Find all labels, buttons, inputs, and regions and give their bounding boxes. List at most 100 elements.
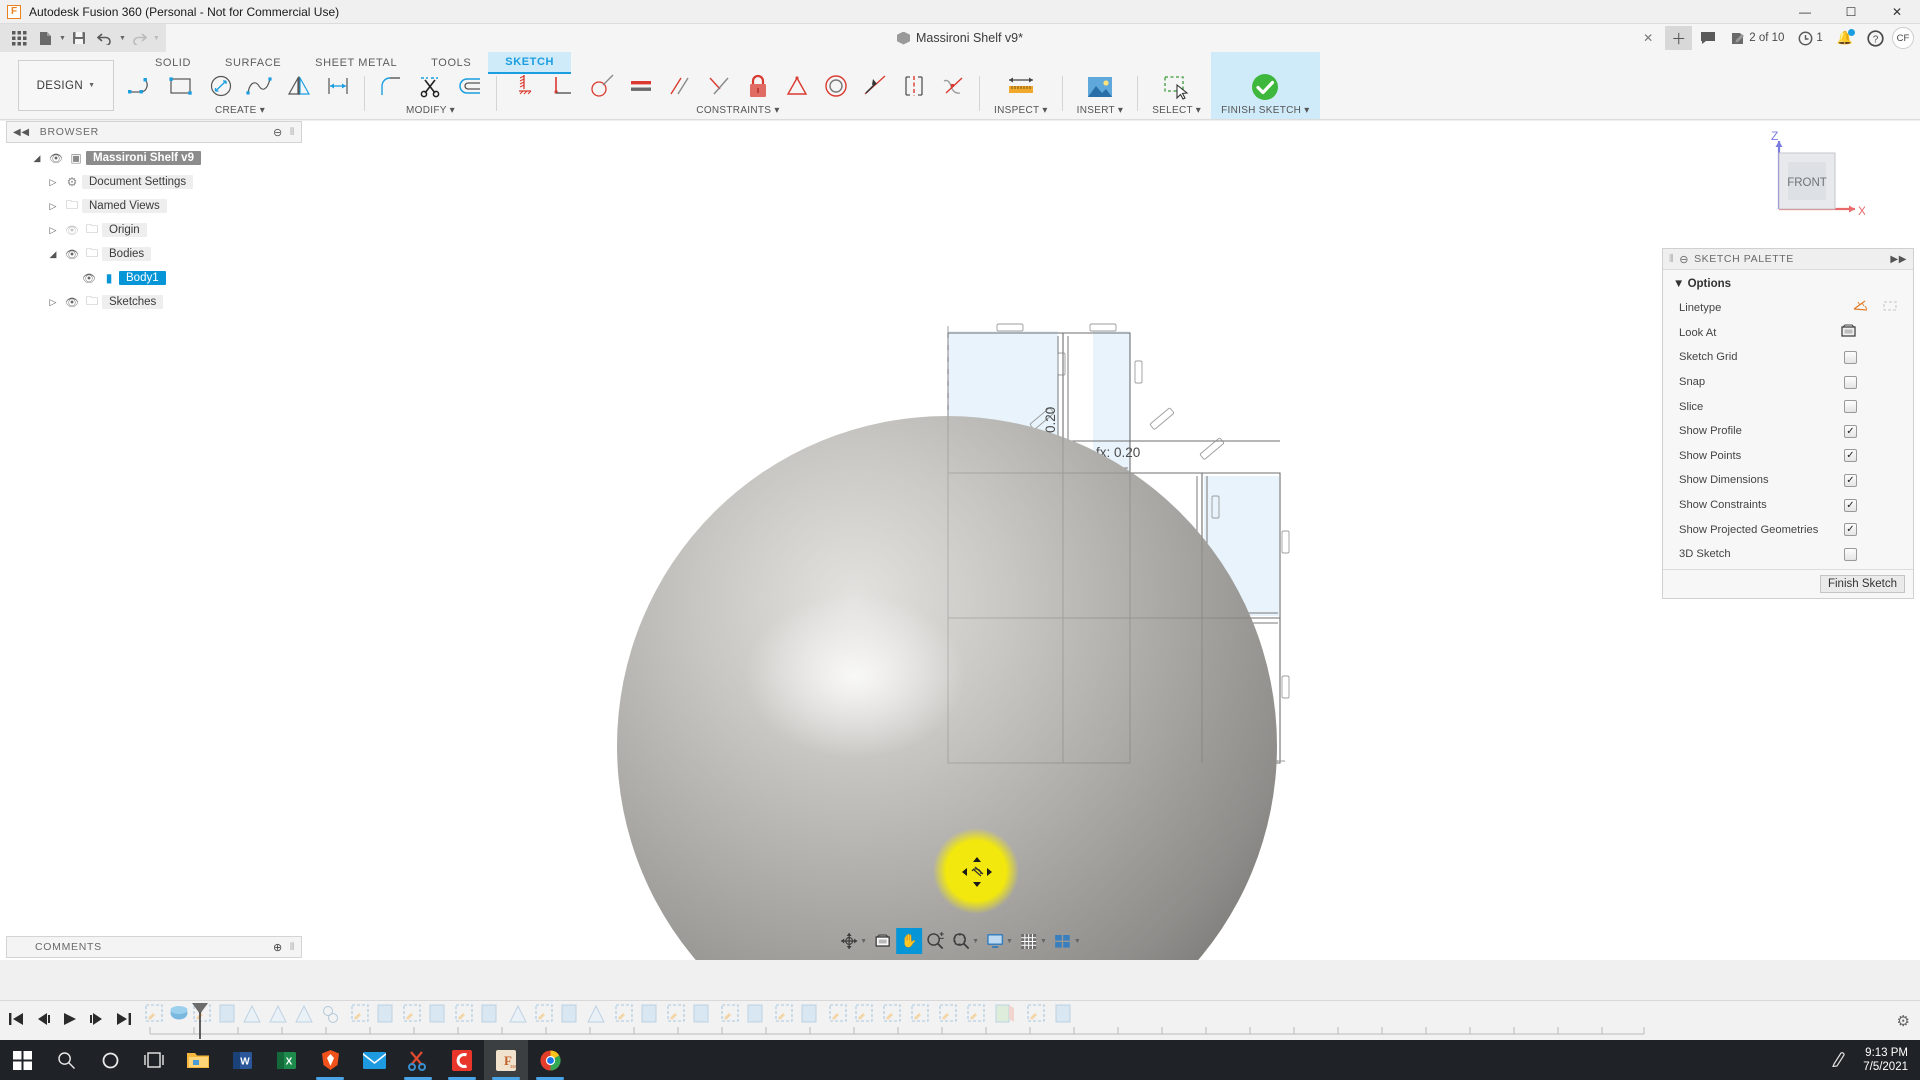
visibility-eye-off-icon[interactable]: 👁 bbox=[62, 224, 82, 237]
new-file-caret[interactable]: ▼ bbox=[59, 35, 66, 42]
palette-row-sketch-grid[interactable]: Sketch Grid bbox=[1663, 345, 1913, 370]
zoom-window-button[interactable]: ▼ bbox=[948, 928, 982, 954]
plus-circle-icon[interactable]: ⊕ bbox=[273, 941, 283, 954]
chrome-button[interactable] bbox=[528, 1040, 572, 1080]
add-tab-button[interactable]: ＋ bbox=[1665, 26, 1692, 50]
palette-row-show-points[interactable]: Show Points ✓ bbox=[1663, 444, 1913, 469]
show-projected-geometries-checkbox[interactable]: ✓ bbox=[1844, 523, 1857, 536]
expand-arrow-icon[interactable]: ▷ bbox=[44, 225, 62, 236]
ribbon-group-modify-label[interactable]: MODIFY ▾ bbox=[406, 105, 455, 116]
curvature-icon[interactable] bbox=[934, 69, 971, 103]
browser-resize-handle[interactable]: ⦀ bbox=[290, 127, 295, 138]
timeline-go-end[interactable] bbox=[116, 1012, 132, 1029]
symmetry-icon[interactable] bbox=[895, 69, 932, 103]
brave-button[interactable] bbox=[308, 1040, 352, 1080]
concentric-circles-icon[interactable] bbox=[817, 69, 854, 103]
snap-checkbox[interactable] bbox=[1844, 376, 1857, 389]
show-points-checkbox[interactable]: ✓ bbox=[1844, 449, 1857, 462]
timeline-go-start[interactable] bbox=[8, 1012, 24, 1029]
document-tab[interactable]: Massironi Shelf v9* bbox=[897, 24, 1023, 52]
palette-row-show-constraints[interactable]: Show Constraints ✓ bbox=[1663, 493, 1913, 518]
padlock-icon[interactable] bbox=[739, 69, 776, 103]
component-activate-radio[interactable] bbox=[206, 152, 219, 165]
taskbar-clock[interactable]: 9:13 PM 7/5/2021 bbox=[1857, 1046, 1920, 1075]
cortana-button[interactable] bbox=[88, 1040, 132, 1080]
options-section-header[interactable]: ▼ Options bbox=[1663, 276, 1913, 296]
rectangle-icon[interactable] bbox=[163, 69, 200, 103]
palette-finish-sketch-button[interactable]: Finish Sketch bbox=[1820, 575, 1905, 593]
mail-button[interactable] bbox=[352, 1040, 396, 1080]
collinear-icon[interactable] bbox=[856, 69, 893, 103]
finish-sketch-button[interactable]: FINISH SKETCH ▾ bbox=[1211, 52, 1319, 119]
expand-right-icon[interactable]: ▶▶ bbox=[1890, 254, 1907, 265]
jobs-status[interactable]: 2 of 10 bbox=[1724, 26, 1790, 50]
visibility-eye-icon[interactable]: 👁 bbox=[79, 272, 99, 285]
timeline-step-back[interactable] bbox=[35, 1012, 51, 1029]
show-dimensions-checkbox[interactable]: ✓ bbox=[1844, 474, 1857, 487]
new-file-button[interactable] bbox=[32, 26, 58, 50]
minimize-button[interactable]: — bbox=[1782, 0, 1828, 24]
show-profile-checkbox[interactable]: ✓ bbox=[1844, 425, 1857, 438]
zoom-button[interactable] bbox=[922, 928, 948, 954]
visibility-eye-icon[interactable]: 👁 bbox=[62, 248, 82, 261]
search-button[interactable] bbox=[44, 1040, 88, 1080]
sketch-grid-checkbox[interactable] bbox=[1844, 351, 1857, 364]
view-cube[interactable]: X Z FRONT bbox=[1757, 131, 1865, 226]
3d-viewport[interactable]: fx: 0.20 3.50 fx: 0.20 2.25 fx: 0.20 fx:… bbox=[0, 121, 1920, 960]
expand-arrow-icon[interactable]: ▷ bbox=[44, 177, 62, 188]
scissors-icon[interactable] bbox=[412, 69, 449, 103]
start-button[interactable] bbox=[0, 1040, 44, 1080]
close-document-button[interactable]: ✕ bbox=[1633, 31, 1663, 45]
palette-drag-handle[interactable]: ⦀ bbox=[1669, 253, 1674, 266]
minus-circle-icon[interactable]: ⊖ bbox=[273, 126, 283, 139]
save-button[interactable] bbox=[66, 26, 92, 50]
account-avatar[interactable]: CF bbox=[1892, 27, 1914, 49]
comments-header[interactable]: COMMENTS ⊕ ⦀ bbox=[6, 936, 302, 958]
fillet-corner-icon[interactable] bbox=[373, 69, 410, 103]
line-arc-icon[interactable] bbox=[124, 69, 161, 103]
palette-row-snap[interactable]: Snap bbox=[1663, 370, 1913, 395]
ribbon-group-constraints-label[interactable]: CONSTRAINTS ▾ bbox=[696, 105, 779, 116]
expand-arrow-icon[interactable]: ◢ bbox=[28, 153, 46, 164]
workspace-switcher[interactable]: DESIGN▼ bbox=[18, 60, 114, 111]
palette-row-slice[interactable]: Slice bbox=[1663, 394, 1913, 419]
tangent-circle-icon[interactable] bbox=[583, 69, 620, 103]
help-button[interactable]: ? bbox=[1861, 26, 1890, 50]
ribbon-group-create-label[interactable]: CREATE ▾ bbox=[215, 105, 265, 116]
undo-arrow-icon[interactable] bbox=[92, 26, 118, 50]
timeline-track[interactable] bbox=[144, 1001, 1920, 1041]
select-button[interactable]: SELECT ▾ bbox=[1142, 52, 1211, 119]
triangle-midpoint-icon[interactable] bbox=[778, 69, 815, 103]
browser-item-document-settings[interactable]: ▷ ⚙ Document Settings bbox=[6, 170, 302, 194]
visibility-eye-icon[interactable]: 👁 bbox=[62, 296, 82, 309]
pen-ico[interactable] bbox=[1821, 1050, 1857, 1070]
browser-item-bodies[interactable]: ◢ 👁 🗀 Bodies bbox=[6, 242, 302, 266]
snipping-tool-button[interactable] bbox=[396, 1040, 440, 1080]
browser-item-sketches[interactable]: ▷ 👁 🗀 Sketches bbox=[6, 290, 302, 314]
grid-snaps-button[interactable]: ▼ bbox=[1016, 928, 1050, 954]
collapse-left-icon[interactable]: ◀◀ bbox=[13, 127, 30, 138]
fusion360-button[interactable]: F360 bbox=[484, 1040, 528, 1080]
close-button[interactable]: ✕ bbox=[1874, 0, 1920, 24]
minus-circle-icon[interactable]: ⊖ bbox=[1679, 253, 1689, 266]
look-at-icon[interactable] bbox=[1840, 323, 1857, 343]
linear-dimension-icon[interactable] bbox=[319, 69, 356, 103]
comments-button[interactable] bbox=[1694, 26, 1722, 50]
parallel-lines-icon[interactable] bbox=[661, 69, 698, 103]
browser-item-named-views[interactable]: ▷ 🗀 Named Views bbox=[6, 194, 302, 218]
comments-resize-handle[interactable]: ⦀ bbox=[290, 942, 295, 953]
file-explorer-button[interactable] bbox=[176, 1040, 220, 1080]
spline-icon[interactable] bbox=[241, 69, 278, 103]
timeline-step-forward[interactable] bbox=[89, 1012, 105, 1029]
palette-row-linetype[interactable]: Linetype bbox=[1663, 296, 1913, 321]
offset-icon[interactable] bbox=[451, 69, 488, 103]
cura-button[interactable] bbox=[440, 1040, 484, 1080]
coincident-icon[interactable] bbox=[544, 69, 581, 103]
look-at-button[interactable] bbox=[870, 928, 896, 954]
timeline-settings-gear-icon[interactable]: ⚙ bbox=[1897, 1012, 1910, 1030]
visibility-eye-icon[interactable]: 👁 bbox=[46, 152, 66, 165]
expand-arrow-icon[interactable]: ▷ bbox=[44, 297, 62, 308]
viewports-button[interactable]: ▼ bbox=[1050, 928, 1084, 954]
perpendicular-icon[interactable] bbox=[700, 69, 737, 103]
hatched-dimension-icon[interactable] bbox=[505, 69, 542, 103]
